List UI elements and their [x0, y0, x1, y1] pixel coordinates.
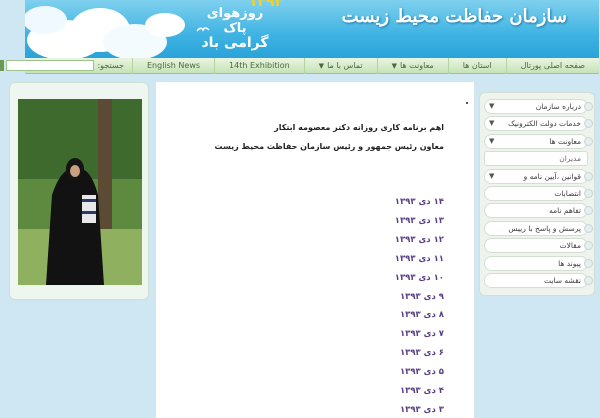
nav-exhibition-label: 14th Exhibition	[230, 60, 291, 70]
search-label: جستجو:	[98, 61, 125, 70]
bullet-dot	[467, 102, 469, 104]
sidebar-menu: درباره سازمان ▼ خدمات دولت الکترونیک ▼ معا…	[485, 99, 594, 290]
chevron-down-icon: ▼	[319, 61, 326, 70]
bird-icon	[197, 27, 211, 32]
right-sidebar: درباره سازمان ▼ خدمات دولت الکترونیک ▼ معا…	[480, 92, 596, 296]
sidebar-item-label: مقالات	[560, 241, 582, 251]
headline-subtitle: معاون رئیس جمهور و رئیس سازمان حفاظت محی…	[215, 142, 446, 151]
chevron-down-icon: ▼	[490, 136, 496, 145]
date-link[interactable]: ۱۳ دی ۱۳۹۳	[396, 212, 445, 231]
nav-provinces[interactable]: استان ها	[448, 57, 507, 74]
bullet-knob-icon	[585, 119, 594, 129]
nav-exhibition[interactable]: 14th Exhibition	[215, 57, 305, 74]
bullet-knob-icon	[585, 275, 594, 285]
sidebar-item-articles[interactable]: مقالات	[485, 238, 594, 254]
nav-contact-label: تماس با ما	[328, 60, 364, 70]
site-header: روزهوای پاک گرامی باد ۱۳۹۳ سازمان حفاظت …	[26, 0, 600, 58]
sidebar-item-about[interactable]: درباره سازمان ▼	[485, 99, 594, 114]
date-link[interactable]: ۶ دی ۱۳۹۳	[396, 344, 445, 363]
person-photo-illustration	[19, 99, 143, 285]
site-title[interactable]: سازمان حفاظت محیط زیست	[343, 6, 568, 27]
top-navigation: صفحه اصلی پورتال استان ها معاونت ها▼ تما…	[0, 57, 600, 74]
headline-title: اهم برنامه کاری روزانه دکتر معصومه ابتکا…	[275, 123, 445, 132]
bullet-knob-icon	[585, 188, 594, 198]
sidebar-item-links[interactable]: پیوند ها	[485, 255, 594, 271]
nav-english-news[interactable]: English News	[132, 57, 215, 74]
bullet-knob-icon	[585, 241, 594, 251]
sidebar-item-qa[interactable]: پرسش و پاسخ با رییس سازمان	[485, 220, 594, 246]
search-input[interactable]	[7, 60, 96, 71]
chevron-down-icon: ▼	[490, 102, 496, 110]
date-link[interactable]: ۱۱ دی ۱۳۹۳	[396, 250, 445, 269]
sidebar-item-managers[interactable]: مدیران	[485, 151, 589, 167]
sidebar-item-label: مدیران	[560, 154, 582, 164]
clouds-illustration	[26, 6, 186, 58]
search-button[interactable]: »	[0, 60, 6, 71]
chevron-down-icon: ▼	[490, 171, 496, 180]
banner-line-2: گرامی باد	[202, 35, 270, 51]
bullet-knob-icon	[585, 136, 594, 146]
bullet-knob-icon	[585, 223, 594, 233]
date-link[interactable]: ۱۲ دی ۱۳۹۳	[396, 231, 445, 250]
banner-year: ۱۳۹۳	[249, 0, 284, 10]
sidebar-item-agreements[interactable]: تفاهم نامه	[485, 203, 594, 219]
bullet-knob-icon	[585, 102, 594, 111]
schedule-date-list: ۱۴ دی ۱۳۹۳ ۱۳ دی ۱۳۹۳ ۱۲ دی ۱۳۹۳ ۱۱ دی ۱…	[396, 193, 445, 418]
sidebar-item-label: خدمات دولت الکترونیک	[509, 119, 582, 129]
bullet-knob-icon	[585, 258, 594, 268]
date-link[interactable]: ۴ دی ۱۳۹۳	[396, 382, 445, 401]
sidebar-item-label: نقشه سایت	[545, 275, 582, 285]
sidebar-item-label: پیوند ها	[559, 258, 582, 268]
date-link[interactable]: ۵ دی ۱۳۹۳	[396, 363, 445, 382]
nav-deputies-label: معاونت ها	[400, 60, 435, 70]
schedule-headline: اهم برنامه کاری روزانه دکتر معصومه ابتکا…	[216, 118, 446, 156]
date-link[interactable]: ۱۰ دی ۱۳۹۳	[396, 269, 445, 288]
featured-photo[interactable]	[19, 99, 143, 285]
nav-english-news-label: English News	[147, 60, 202, 70]
sidebar-item-sitemap[interactable]: نقشه سایت	[485, 272, 594, 288]
sidebar-item-regulations[interactable]: قوانین ،آیین نامه و دستورالعمل▼	[485, 168, 594, 194]
date-link[interactable]: ۹ دی ۱۳۹۳	[396, 288, 445, 307]
main-content: اهم برنامه کاری روزانه دکتر معصومه ابتکا…	[156, 82, 476, 418]
sidebar-item-deputies[interactable]: معاونت ها ▼	[485, 133, 594, 149]
sidebar-item-label: تفاهم نامه	[550, 206, 582, 216]
chevron-down-icon: ▼	[392, 61, 398, 70]
date-link[interactable]: ۸ دی ۱۳۹۳	[396, 306, 445, 325]
chevron-down-icon: ▼	[490, 119, 496, 128]
date-link[interactable]: ۳ دی ۱۳۹۳	[396, 401, 445, 418]
nav-deputies[interactable]: معاونت ها▼	[377, 57, 449, 74]
date-link[interactable]: ۷ دی ۱۳۹۳	[396, 325, 445, 344]
sidebar-item-label: درباره سازمان	[536, 102, 582, 111]
bullet-knob-icon	[585, 171, 594, 181]
nav-provinces-label: استان ها	[463, 60, 493, 70]
sidebar-item-label: معاونت ها	[550, 136, 582, 146]
sidebar-item-e-government[interactable]: خدمات دولت الکترونیک ▼	[485, 116, 594, 132]
nav-contact[interactable]: تماس با ما▼	[304, 57, 378, 74]
sidebar-item-label: انتصابات	[555, 188, 582, 198]
nav-home[interactable]: صفحه اصلی پورتال	[506, 57, 600, 74]
sidebar-item-appointments[interactable]: انتصابات	[485, 185, 594, 201]
left-photo-panel	[10, 82, 150, 300]
nav-home-label: صفحه اصلی پورتال	[521, 60, 586, 70]
date-link[interactable]: ۱۴ دی ۱۳۹۳	[396, 193, 445, 212]
bullet-knob-icon	[585, 206, 594, 216]
search-box: جستجو: »	[0, 60, 125, 71]
